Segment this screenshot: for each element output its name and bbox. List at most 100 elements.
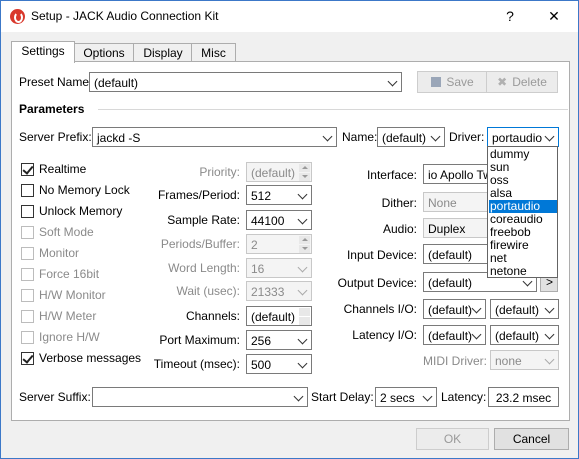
checkbox-4[interactable] — [21, 247, 34, 260]
save-button[interactable]: Save — [417, 71, 488, 93]
chevron-down-icon — [322, 131, 333, 142]
start-delay-combo[interactable]: 2 secs — [375, 387, 437, 407]
jack-app-icon — [10, 9, 25, 24]
middle-setting-label: Priority: — [199, 165, 240, 179]
middle-setting-label: Sample Rate: — [167, 213, 240, 227]
middle-setting-combo[interactable]: 44100 — [246, 210, 312, 230]
middle-setting-label: Wait (usec): — [176, 284, 240, 298]
chevron-down-icon — [297, 285, 308, 296]
delete-icon: ✖ — [497, 75, 508, 89]
server-suffix-combo[interactable] — [92, 387, 308, 407]
chevron-down-icon — [430, 131, 441, 142]
checkbox-label: H/W Meter — [39, 309, 97, 323]
chevron-down-icon — [522, 276, 533, 287]
start-delay-label: Start Delay: — [311, 390, 374, 404]
checkbox-0[interactable] — [21, 163, 34, 176]
checkbox-7[interactable] — [21, 310, 34, 323]
chevron-down-icon — [422, 391, 433, 402]
latency-out-value: (default) — [495, 329, 540, 343]
chevron-down-icon — [544, 329, 555, 340]
parameters-divider — [98, 109, 568, 110]
combo-value: 21333 — [251, 285, 285, 299]
middle-setting-label: Timeout (msec): — [153, 357, 240, 371]
checkbox-label: Ignore H/W — [39, 330, 100, 344]
audio-value: Duplex — [428, 222, 466, 236]
chevron-down-icon — [297, 358, 308, 369]
middle-setting-spinbox[interactable]: 2 — [246, 234, 312, 254]
dither-combo[interactable]: None — [423, 192, 493, 212]
checkbox-label: Verbose messages — [39, 351, 142, 365]
latency-label: Latency: — [441, 390, 487, 404]
checkbox-3[interactable] — [21, 226, 34, 239]
cancel-button[interactable]: Cancel — [494, 428, 569, 450]
checkbox-label: H/W Monitor — [39, 288, 106, 302]
delete-button[interactable]: ✖ Delete — [486, 71, 558, 93]
dither-label: Dither: — [381, 196, 417, 210]
checkbox-2[interactable] — [21, 205, 34, 218]
preset-name-label: Preset Name: — [19, 75, 93, 89]
checkbox-1[interactable] — [21, 184, 34, 197]
spin-up-icon[interactable] — [299, 308, 310, 316]
channels-io-label: Channels I/O: — [343, 302, 417, 316]
spin-down-icon[interactable] — [299, 317, 310, 325]
channels-in-combo[interactable]: (default) — [423, 299, 486, 319]
latency-in-combo[interactable]: (default) — [423, 325, 486, 345]
middle-setting-combo[interactable]: 21333 — [246, 281, 312, 301]
combo-value: 500 — [251, 358, 272, 372]
driver-dropdown-list: dummy sun oss alsa portaudio coreaudio freebob… — [487, 146, 558, 278]
chevron-down-icon — [293, 391, 304, 402]
window-title: Setup - JACK Audio Connection Kit — [31, 9, 219, 23]
tab-display[interactable]: Display — [133, 43, 193, 62]
chevron-down-icon — [297, 262, 308, 273]
name-label: Name: — [342, 130, 378, 144]
midi-driver-value: none — [495, 354, 522, 368]
driver-value: portaudio — [492, 131, 543, 145]
spin-up-icon[interactable] — [299, 164, 310, 172]
spin-up-icon[interactable] — [299, 236, 310, 244]
middle-setting-combo[interactable]: 500 — [246, 354, 312, 374]
checkbox-label: Soft Mode — [39, 225, 94, 239]
ok-button[interactable]: OK — [416, 428, 489, 450]
middle-setting-combo[interactable]: 512 — [246, 185, 312, 205]
output-device-label: Output Device: — [337, 276, 417, 290]
middle-setting-combo[interactable]: 256 — [246, 330, 312, 350]
input-device-combo[interactable]: (default) — [423, 244, 493, 264]
driver-option[interactable]: netone — [489, 265, 557, 278]
latency-display: 23.2 msec — [488, 387, 559, 407]
checkbox-label: No Memory Lock — [39, 183, 130, 197]
interface-combo[interactable]: io Apollo Twin — [423, 164, 493, 184]
close-button[interactable]: ✕ — [532, 1, 576, 32]
name-value: (default) — [382, 131, 427, 145]
preset-name-combo[interactable]: (default) — [89, 72, 402, 92]
audio-combo[interactable]: Duplex — [423, 218, 493, 238]
checkbox-8[interactable] — [21, 331, 34, 344]
setup-window: Setup - JACK Audio Connection Kit ? ✕ Se… — [0, 0, 579, 459]
middle-setting-combo[interactable]: 16 — [246, 258, 312, 278]
server-prefix-combo[interactable]: jackd -S — [92, 127, 337, 147]
tab-misc[interactable]: Misc — [191, 43, 236, 62]
middle-setting-spinbox[interactable]: (default) — [246, 162, 312, 182]
checkbox-9[interactable] — [21, 352, 34, 365]
spin-down-icon[interactable] — [299, 173, 310, 181]
channels-in-value: (default) — [428, 303, 473, 317]
spin-down-icon[interactable] — [299, 245, 310, 253]
driver-label: Driver: — [449, 130, 485, 144]
preset-name-value: (default) — [94, 76, 139, 90]
latency-out-combo[interactable]: (default) — [490, 325, 559, 345]
midi-driver-combo[interactable]: none — [490, 350, 559, 370]
latency-in-value: (default) — [428, 329, 473, 343]
start-delay-value: 2 secs — [380, 391, 415, 405]
middle-setting-spinbox[interactable]: (default) — [246, 306, 312, 326]
driver-combo[interactable]: portaudio — [487, 127, 559, 147]
name-combo[interactable]: (default) — [377, 127, 445, 147]
channels-out-combo[interactable]: (default) — [490, 299, 559, 319]
checkbox-5[interactable] — [21, 268, 34, 281]
tab-settings[interactable]: Settings — [11, 41, 75, 63]
server-suffix-label: Server Suffix: — [19, 390, 91, 404]
checkbox-6[interactable] — [21, 289, 34, 302]
help-button[interactable]: ? — [488, 1, 532, 32]
output-device-value: (default) — [428, 276, 473, 290]
server-prefix-label: Server Prefix: — [19, 130, 92, 144]
tab-options[interactable]: Options — [73, 43, 135, 62]
interface-label: Interface: — [366, 168, 417, 182]
